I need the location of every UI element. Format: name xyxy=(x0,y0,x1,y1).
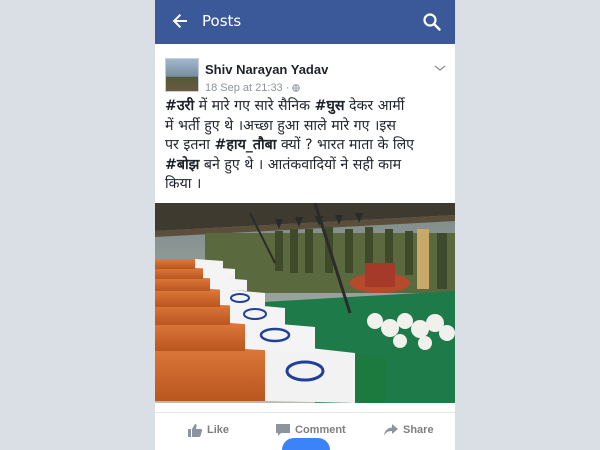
comment-icon xyxy=(276,424,290,436)
avatar[interactable] xyxy=(165,58,199,92)
post-text-span: बने हुए थे । आतंकवादियों ने सही काम xyxy=(199,156,402,173)
globe-icon xyxy=(292,82,301,94)
share-arrow-icon xyxy=(384,424,398,436)
author-name[interactable]: Shiv Narayan Yadav xyxy=(205,62,328,77)
post-line: में भर्ती हुए थे ।अच्छा हुआ साले मारे गए… xyxy=(165,117,449,137)
post-text-span: में भर्ती हुए थे ।अच्छा हुआ साले मारे गए… xyxy=(165,117,396,134)
post-text-span: पर इतना xyxy=(165,137,215,153)
comment-label: Comment xyxy=(295,424,346,436)
post-header: Shiv Narayan Yadav 18 Sep at 21:33 · xyxy=(155,44,455,98)
share-label: Share xyxy=(403,424,434,436)
post-line: पर इतना #हाय_तौबा क्यों ? भारत माता के ल… xyxy=(165,136,449,156)
back-arrow-icon[interactable] xyxy=(169,10,191,32)
post-text-span: किया । xyxy=(165,176,202,192)
chevron-down-icon[interactable] xyxy=(433,58,447,71)
post-line: किया । xyxy=(165,175,449,195)
post-line: #उरी में मारे गए सारे सैनिक #घुस देकर आर… xyxy=(165,97,449,117)
post-line: #बोझ बने हुए थे । आतंकवादियों ने सही काम xyxy=(165,156,449,176)
post-text-span: में मारे गए सारे सैनिक xyxy=(194,98,315,114)
like-label: Like xyxy=(207,424,230,436)
page-title: Posts xyxy=(202,12,242,30)
search-icon[interactable] xyxy=(421,11,443,33)
post-text-span: देकर आर्मी xyxy=(344,98,405,114)
post-timestamp[interactable]: 18 Sep at 21:33 xyxy=(205,82,283,94)
floating-action-button[interactable] xyxy=(282,438,330,450)
post-photo[interactable] xyxy=(155,203,455,403)
hashtag-ghus[interactable]: #घुस xyxy=(315,98,345,114)
hashtag-bojh[interactable]: #बोझ xyxy=(165,157,199,173)
hashtag-uri[interactable]: #उरी xyxy=(165,98,194,114)
post-body: #उरी में मारे गए सारे सैनिक #घुस देकर आर… xyxy=(165,97,449,195)
phone-screen: Posts Shiv Narayan Yadav 18 Sep at 21:33… xyxy=(155,0,455,450)
thumbs-up-icon xyxy=(188,424,203,437)
app-bar: Posts xyxy=(155,0,455,44)
post-text-span: क्यों ? भारत माता के लिए xyxy=(276,137,415,153)
hashtag-haay-tauba[interactable]: #हाय_तौबा xyxy=(214,137,276,153)
post-meta: 18 Sep at 21:33 · xyxy=(205,82,301,94)
